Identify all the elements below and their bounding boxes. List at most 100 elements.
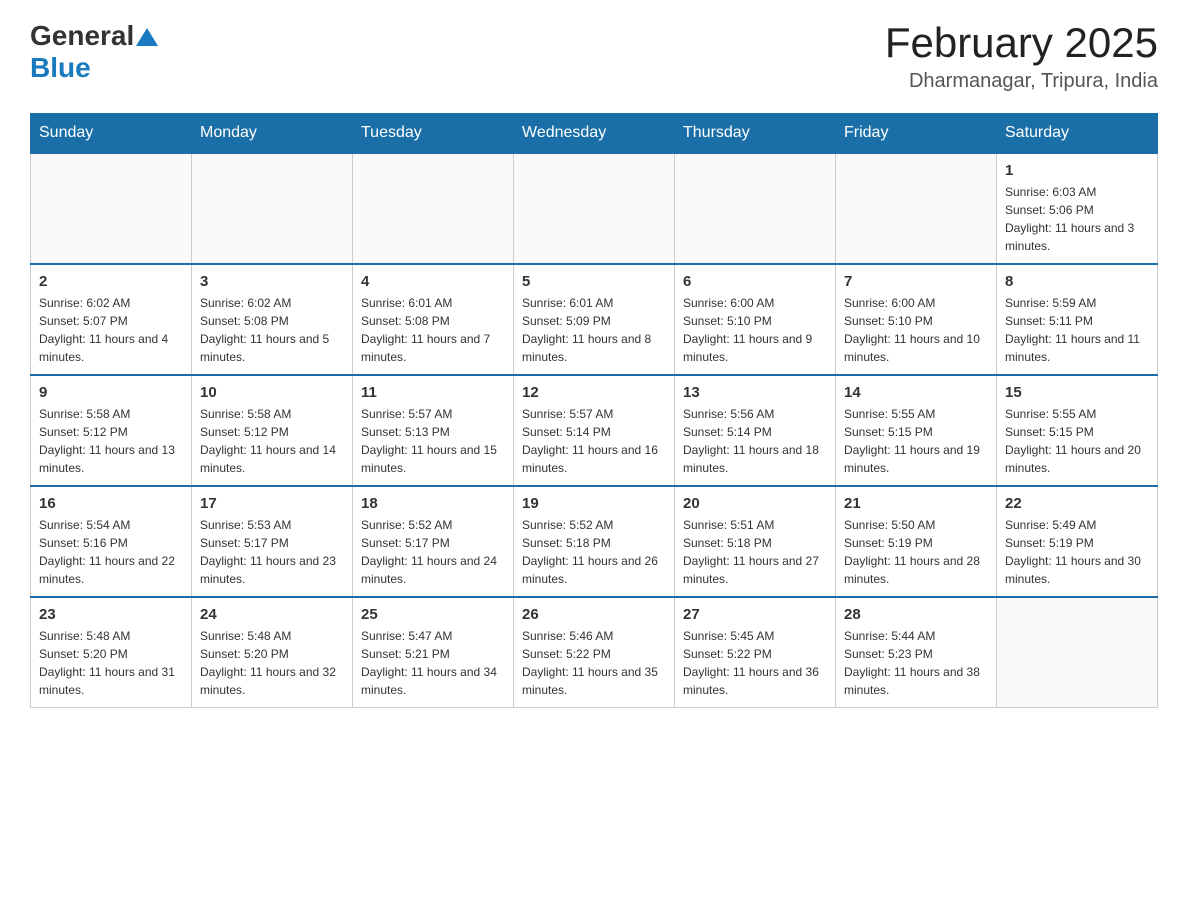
col-thursday: Thursday <box>675 114 836 154</box>
table-row: 12 Sunrise: 5:57 AM Sunset: 5:14 PM Dayli… <box>514 375 675 486</box>
table-row <box>192 153 353 264</box>
calendar-week-row: 1 Sunrise: 6:03 AM Sunset: 5:06 PM Daylig… <box>31 153 1158 264</box>
day-number: 5 <box>522 273 666 290</box>
table-row: 15 Sunrise: 5:55 AM Sunset: 5:15 PM Dayli… <box>997 375 1158 486</box>
calendar-week-row: 16 Sunrise: 5:54 AM Sunset: 5:16 PM Dayli… <box>31 486 1158 597</box>
day-number: 22 <box>1005 495 1149 512</box>
calendar-week-row: 2 Sunrise: 6:02 AM Sunset: 5:07 PM Daylig… <box>31 264 1158 375</box>
day-info: Sunrise: 5:47 AM Sunset: 5:21 PM Dayligh… <box>361 627 505 699</box>
day-info: Sunrise: 6:00 AM Sunset: 5:10 PM Dayligh… <box>844 294 988 366</box>
table-row: 3 Sunrise: 6:02 AM Sunset: 5:08 PM Daylig… <box>192 264 353 375</box>
day-number: 27 <box>683 606 827 623</box>
day-info: Sunrise: 5:45 AM Sunset: 5:22 PM Dayligh… <box>683 627 827 699</box>
logo-blue-text: Blue <box>30 52 91 83</box>
calendar-table: Sunday Monday Tuesday Wednesday Thursday… <box>30 113 1158 708</box>
day-info: Sunrise: 5:57 AM Sunset: 5:14 PM Dayligh… <box>522 405 666 477</box>
calendar-title-block: February 2025 Dharmanagar, Tripura, Indi… <box>885 20 1158 93</box>
day-info: Sunrise: 6:00 AM Sunset: 5:10 PM Dayligh… <box>683 294 827 366</box>
day-number: 2 <box>39 273 183 290</box>
table-row <box>836 153 997 264</box>
day-number: 15 <box>1005 384 1149 401</box>
day-number: 10 <box>200 384 344 401</box>
table-row: 17 Sunrise: 5:53 AM Sunset: 5:17 PM Dayli… <box>192 486 353 597</box>
calendar-week-row: 9 Sunrise: 5:58 AM Sunset: 5:12 PM Daylig… <box>31 375 1158 486</box>
day-info: Sunrise: 6:01 AM Sunset: 5:08 PM Dayligh… <box>361 294 505 366</box>
day-info: Sunrise: 5:52 AM Sunset: 5:18 PM Dayligh… <box>522 516 666 588</box>
day-number: 8 <box>1005 273 1149 290</box>
day-number: 7 <box>844 273 988 290</box>
table-row: 7 Sunrise: 6:00 AM Sunset: 5:10 PM Daylig… <box>836 264 997 375</box>
table-row: 9 Sunrise: 5:58 AM Sunset: 5:12 PM Daylig… <box>31 375 192 486</box>
table-row: 18Sunrise: 5:52 AM Sunset: 5:17 PM Dayli… <box>353 486 514 597</box>
day-info: Sunrise: 5:58 AM Sunset: 5:12 PM Dayligh… <box>39 405 183 477</box>
day-info: Sunrise: 5:55 AM Sunset: 5:15 PM Dayligh… <box>1005 405 1149 477</box>
day-number: 17 <box>200 495 344 512</box>
day-info: Sunrise: 5:59 AM Sunset: 5:11 PM Dayligh… <box>1005 294 1149 366</box>
day-number: 14 <box>844 384 988 401</box>
table-row: 28 Sunrise: 5:44 AM Sunset: 5:23 PM Dayli… <box>836 597 997 708</box>
table-row <box>353 153 514 264</box>
calendar-header-row: Sunday Monday Tuesday Wednesday Thursday… <box>31 114 1158 154</box>
col-monday: Monday <box>192 114 353 154</box>
day-number: 1 <box>1005 162 1149 179</box>
day-info: Sunrise: 5:51 AM Sunset: 5:18 PM Dayligh… <box>683 516 827 588</box>
table-row <box>675 153 836 264</box>
day-number: 26 <box>522 606 666 623</box>
day-info: Sunrise: 6:03 AM Sunset: 5:06 PM Dayligh… <box>1005 183 1149 255</box>
table-row: 22 Sunrise: 5:49 AM Sunset: 5:19 PM Dayli… <box>997 486 1158 597</box>
day-info: Sunrise: 5:52 AM Sunset: 5:17 PM Dayligh… <box>361 516 505 588</box>
day-number: 12 <box>522 384 666 401</box>
col-wednesday: Wednesday <box>514 114 675 154</box>
table-row: 5 Sunrise: 6:01 AM Sunset: 5:09 PM Daylig… <box>514 264 675 375</box>
table-row: 21Sunrise: 5:50 AM Sunset: 5:19 PM Dayli… <box>836 486 997 597</box>
day-info: Sunrise: 6:01 AM Sunset: 5:09 PM Dayligh… <box>522 294 666 366</box>
day-info: Sunrise: 5:54 AM Sunset: 5:16 PM Dayligh… <box>39 516 183 588</box>
day-number: 4 <box>361 273 505 290</box>
day-number: 3 <box>200 273 344 290</box>
day-number: 16 <box>39 495 183 512</box>
table-row: 16 Sunrise: 5:54 AM Sunset: 5:16 PM Dayli… <box>31 486 192 597</box>
day-info: Sunrise: 5:58 AM Sunset: 5:12 PM Dayligh… <box>200 405 344 477</box>
day-info: Sunrise: 5:48 AM Sunset: 5:20 PM Dayligh… <box>200 627 344 699</box>
day-info: Sunrise: 5:50 AM Sunset: 5:19 PM Dayligh… <box>844 516 988 588</box>
page-header: General Blue February 2025 Dharmanagar, … <box>30 20 1158 93</box>
table-row: 27 Sunrise: 5:45 AM Sunset: 5:22 PM Dayli… <box>675 597 836 708</box>
day-number: 24 <box>200 606 344 623</box>
day-info: Sunrise: 5:44 AM Sunset: 5:23 PM Dayligh… <box>844 627 988 699</box>
table-row: 20 Sunrise: 5:51 AM Sunset: 5:18 PM Dayli… <box>675 486 836 597</box>
day-number: 28 <box>844 606 988 623</box>
day-number: 19 <box>522 495 666 512</box>
col-sunday: Sunday <box>31 114 192 154</box>
table-row: 2 Sunrise: 6:02 AM Sunset: 5:07 PM Daylig… <box>31 264 192 375</box>
logo: General Blue <box>30 20 158 84</box>
table-row: 19 Sunrise: 5:52 AM Sunset: 5:18 PM Dayli… <box>514 486 675 597</box>
calendar-week-row: 23 Sunrise: 5:48 AM Sunset: 5:20 PM Dayli… <box>31 597 1158 708</box>
day-info: Sunrise: 5:49 AM Sunset: 5:19 PM Dayligh… <box>1005 516 1149 588</box>
day-number: 23 <box>39 606 183 623</box>
table-row: 26Sunrise: 5:46 AM Sunset: 5:22 PM Dayli… <box>514 597 675 708</box>
table-row: 23 Sunrise: 5:48 AM Sunset: 5:20 PM Dayli… <box>31 597 192 708</box>
day-info: Sunrise: 5:57 AM Sunset: 5:13 PM Dayligh… <box>361 405 505 477</box>
day-info: Sunrise: 6:02 AM Sunset: 5:07 PM Dayligh… <box>39 294 183 366</box>
table-row: 4 Sunrise: 6:01 AM Sunset: 5:08 PM Daylig… <box>353 264 514 375</box>
month-year-title: February 2025 <box>885 20 1158 66</box>
day-number: 20 <box>683 495 827 512</box>
col-tuesday: Tuesday <box>353 114 514 154</box>
day-info: Sunrise: 5:56 AM Sunset: 5:14 PM Dayligh… <box>683 405 827 477</box>
table-row: 1 Sunrise: 6:03 AM Sunset: 5:06 PM Daylig… <box>997 153 1158 264</box>
day-number: 9 <box>39 384 183 401</box>
day-number: 11 <box>361 384 505 401</box>
col-saturday: Saturday <box>997 114 1158 154</box>
table-row: 13 Sunrise: 5:56 AM Sunset: 5:14 PM Dayli… <box>675 375 836 486</box>
day-number: 13 <box>683 384 827 401</box>
table-row <box>514 153 675 264</box>
day-info: Sunrise: 6:02 AM Sunset: 5:08 PM Dayligh… <box>200 294 344 366</box>
day-info: Sunrise: 5:48 AM Sunset: 5:20 PM Dayligh… <box>39 627 183 699</box>
table-row <box>31 153 192 264</box>
day-number: 25 <box>361 606 505 623</box>
table-row: 14Sunrise: 5:55 AM Sunset: 5:15 PM Dayli… <box>836 375 997 486</box>
location-subtitle: Dharmanagar, Tripura, India <box>885 70 1158 93</box>
logo-triangle-icon <box>136 28 158 46</box>
col-friday: Friday <box>836 114 997 154</box>
day-info: Sunrise: 5:53 AM Sunset: 5:17 PM Dayligh… <box>200 516 344 588</box>
